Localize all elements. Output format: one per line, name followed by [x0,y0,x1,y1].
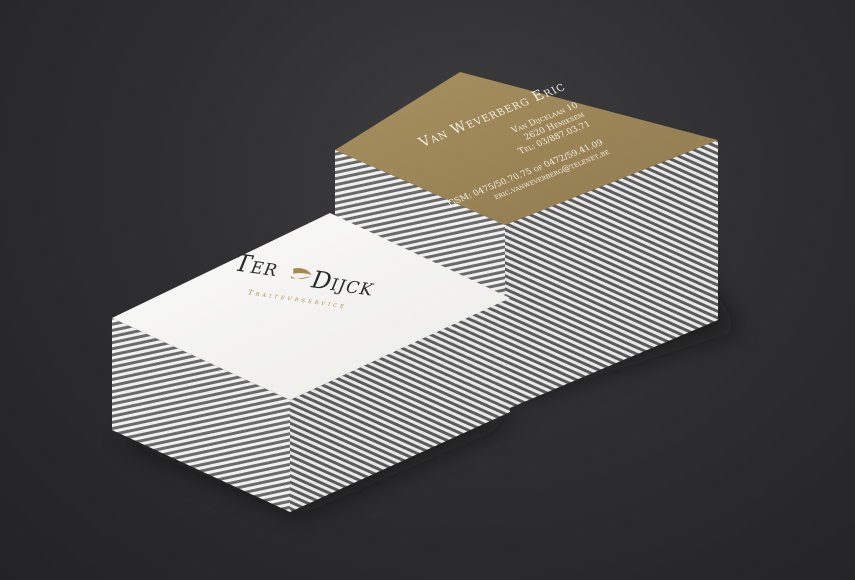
business-card-mockup: Van Weverberg Eric Van Dijcklaan 10 2620… [112,72,740,515]
photo-scene: Van Weverberg Eric Van Dijcklaan 10 2620… [0,0,855,580]
